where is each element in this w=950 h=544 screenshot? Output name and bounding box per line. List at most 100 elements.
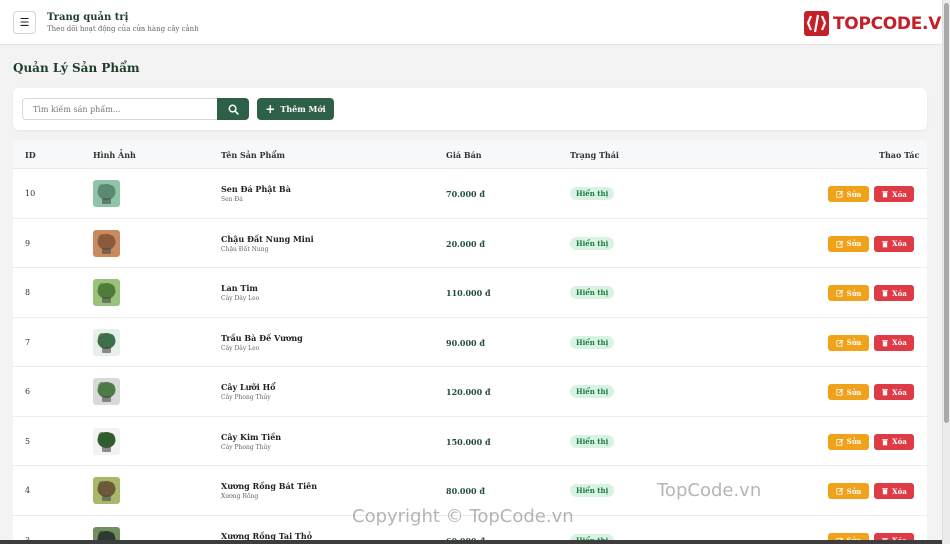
search-button[interactable] bbox=[217, 98, 249, 120]
plant-image-icon bbox=[93, 427, 120, 455]
product-id: 8 bbox=[25, 288, 31, 297]
product-id: 6 bbox=[25, 387, 31, 396]
edit-button[interactable]: Sửa bbox=[828, 285, 869, 301]
product-price: 70.000 đ bbox=[446, 189, 485, 199]
table-header: ID Hình Ảnh Tên Sản Phẩm Giá Bán Trạng T… bbox=[13, 140, 927, 169]
header-price: Giá Bán bbox=[446, 150, 482, 160]
plus-icon: + bbox=[265, 102, 276, 116]
plant-image-icon bbox=[93, 328, 120, 356]
delete-label: Xóa bbox=[892, 387, 907, 397]
delete-button[interactable]: Xóa bbox=[874, 384, 914, 400]
edit-icon bbox=[836, 438, 843, 446]
product-category: Cây Phong Thủy bbox=[221, 443, 271, 451]
product-category: Xương Rồng bbox=[221, 493, 259, 500]
bottom-strip bbox=[0, 540, 942, 544]
table-row: 9 Chậu Đất Nung Mini Chậu Đất Nung 20.000 đ… bbox=[13, 219, 927, 268]
header-title: Trang quản trị bbox=[47, 12, 129, 23]
status-badge: Hiển thị bbox=[570, 236, 615, 250]
edit-button[interactable]: Sửa bbox=[828, 334, 869, 351]
delete-label: Xóa bbox=[892, 189, 907, 199]
delete-button[interactable]: Xóa bbox=[874, 285, 914, 301]
product-category: Cây Dây Leo bbox=[221, 344, 260, 352]
product-image bbox=[93, 229, 120, 257]
product-id: 7 bbox=[25, 337, 31, 347]
delete-button[interactable]: Xóa bbox=[874, 433, 914, 450]
product-category: Sen Đá bbox=[221, 196, 243, 203]
table-row: 6 Cây Lưỡi Hổ Cây Phong Thủy 120.000 đ Hiển … bbox=[13, 367, 927, 417]
delete-label: Xóa bbox=[892, 288, 907, 298]
trash-icon bbox=[882, 240, 888, 247]
add-product-label: Thêm Mới bbox=[280, 104, 326, 114]
search-input[interactable] bbox=[22, 98, 218, 120]
product-id: 5 bbox=[25, 436, 31, 446]
edit-label: Sửa bbox=[846, 437, 862, 446]
product-name: Trầu Bà Đế Vương bbox=[221, 332, 303, 343]
watermark-copyright: Copyright © TopCode.vn bbox=[352, 506, 574, 527]
watermark-mid: TopCode.vn bbox=[657, 480, 762, 501]
product-price: 20.000 đ bbox=[446, 238, 485, 249]
edit-label: Sửa bbox=[846, 239, 862, 248]
status-badge: Hiển thị bbox=[570, 286, 615, 299]
topcode-logo-mark bbox=[804, 11, 829, 36]
delete-button[interactable]: Xóa bbox=[874, 334, 914, 351]
delete-label: Xóa bbox=[892, 338, 907, 347]
search-icon bbox=[228, 104, 239, 115]
top-bar: ☰ Trang quản trị Theo dõi hoạt động của … bbox=[0, 0, 950, 45]
product-name: Xương Rồng Tai Thỏ bbox=[221, 530, 313, 541]
product-image bbox=[93, 279, 120, 306]
product-price: 90.000 đ bbox=[446, 337, 485, 348]
trash-icon bbox=[882, 438, 888, 445]
product-image bbox=[93, 378, 120, 405]
product-id: 9 bbox=[25, 238, 31, 248]
delete-button[interactable]: Xóa bbox=[874, 483, 914, 499]
scrollbar-thumb[interactable] bbox=[944, 3, 949, 423]
edit-button[interactable]: Sửa bbox=[828, 433, 869, 450]
page-scrollbar[interactable] bbox=[942, 0, 950, 544]
header-actions: Thao Tác bbox=[879, 150, 920, 160]
product-name: Cây Lưỡi Hổ bbox=[221, 382, 276, 392]
product-price: 150.000 đ bbox=[446, 436, 491, 447]
product-image bbox=[93, 427, 120, 455]
edit-label: Sửa bbox=[846, 387, 862, 397]
plant-image-icon bbox=[93, 229, 120, 257]
product-id: 4 bbox=[25, 486, 31, 495]
product-id: 10 bbox=[25, 189, 36, 198]
edit-icon bbox=[836, 339, 843, 347]
delete-label: Xóa bbox=[892, 486, 907, 496]
topcode-logo[interactable]: TOPCODE.VN bbox=[803, 10, 950, 37]
delete-button[interactable]: Xóa bbox=[874, 235, 914, 252]
product-name: Chậu Đất Nung Mini bbox=[221, 233, 314, 244]
header-status: Trạng Thái bbox=[570, 150, 619, 160]
edit-label: Sửa bbox=[846, 486, 862, 496]
edit-label: Sửa bbox=[846, 189, 862, 199]
edit-label: Sửa bbox=[846, 338, 862, 347]
header-name: Tên Sản Phẩm bbox=[221, 150, 286, 160]
plant-image-icon bbox=[93, 180, 120, 207]
trash-icon bbox=[882, 389, 888, 396]
table-row: 7 Trầu Bà Đế Vương Cây Dây Leo 90.000 đ Hiển… bbox=[13, 318, 927, 367]
product-price: 80.000 đ bbox=[446, 486, 485, 496]
trash-icon bbox=[882, 339, 888, 346]
edit-button[interactable]: Sửa bbox=[828, 384, 869, 400]
delete-button[interactable]: Xóa bbox=[874, 186, 914, 202]
product-name: Sen Đá Phật Bà bbox=[221, 184, 291, 194]
hamburger-icon[interactable]: ☰ bbox=[13, 11, 36, 34]
table-row: 8 Lan Tim Cây Dây Leo 110.000 đ Hiển thị Sửa X… bbox=[13, 268, 927, 318]
product-image bbox=[93, 477, 120, 504]
edit-button[interactable]: Sửa bbox=[828, 235, 869, 252]
add-product-button[interactable]: + Thêm Mới bbox=[257, 98, 334, 120]
status-badge: Hiển thị bbox=[570, 385, 615, 398]
search-toolbar: + Thêm Mới bbox=[13, 88, 927, 130]
delete-label: Xóa bbox=[892, 437, 907, 446]
edit-button[interactable]: Sửa bbox=[828, 186, 869, 202]
header-id: ID bbox=[25, 150, 36, 160]
status-badge: Hiển thị bbox=[570, 434, 615, 448]
edit-button[interactable]: Sửa bbox=[828, 483, 869, 499]
plant-image-icon bbox=[93, 378, 120, 405]
plant-image-icon bbox=[93, 477, 120, 504]
product-name: Cây Kim Tiền bbox=[221, 431, 282, 442]
status-badge: Hiển thị bbox=[570, 484, 615, 497]
edit-icon bbox=[836, 487, 843, 495]
header-subtitle: Theo dõi hoạt động của cửa hàng cây cảnh bbox=[47, 25, 199, 33]
product-price: 120.000 đ bbox=[446, 387, 491, 397]
